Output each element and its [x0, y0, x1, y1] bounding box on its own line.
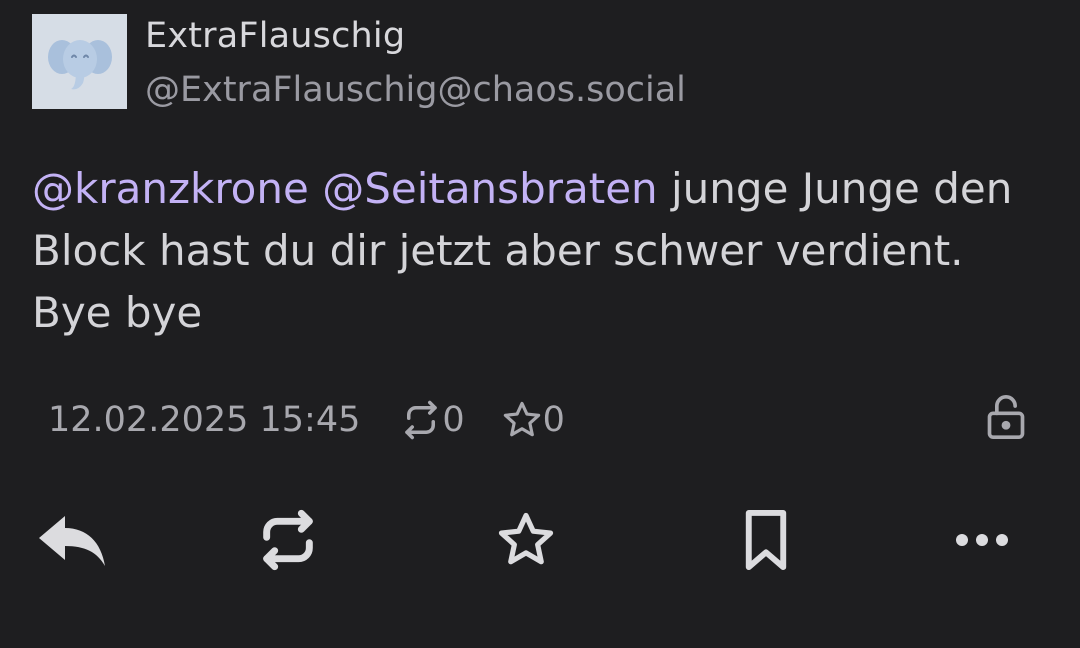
star-icon	[503, 401, 540, 437]
action-bar	[0, 500, 1080, 580]
mention-link[interactable]: @kranzkrone	[32, 164, 309, 213]
bookmark-icon	[745, 509, 787, 571]
post-content: @kranzkrone @Seitansbraten junge Junge d…	[32, 158, 1042, 344]
favourite-count-value: 0	[542, 400, 565, 440]
post-meta: 12.02.2025 15:45 0 0	[48, 392, 601, 448]
star-icon	[498, 512, 554, 565]
author-handle[interactable]: @ExtraFlauschig@chaos.social	[145, 70, 686, 110]
bookmark-button[interactable]	[726, 500, 806, 580]
lock-open-icon	[987, 395, 1025, 439]
favourite-button[interactable]	[486, 500, 566, 580]
favourite-count: 0	[501, 399, 565, 441]
post-timestamp[interactable]: 12.02.2025 15:45	[48, 400, 360, 440]
elephant-avatar-icon	[47, 39, 112, 89]
boost-count-value: 0	[442, 400, 465, 440]
mention-link[interactable]: @Seitansbraten	[322, 164, 657, 213]
repeat-icon	[263, 509, 313, 571]
repeat-icon	[405, 400, 438, 440]
boost-button[interactable]	[248, 500, 328, 580]
author-display-name[interactable]: ExtraFlauschig	[145, 16, 405, 56]
boost-count: 0	[400, 399, 465, 441]
more-button[interactable]	[942, 500, 1022, 580]
reply-icon	[39, 516, 105, 566]
avatar[interactable]	[32, 14, 127, 109]
post-card: ExtraFlauschig @ExtraFlauschig@chaos.soc…	[0, 0, 1080, 648]
more-horizontal-icon	[956, 534, 1008, 546]
reply-button[interactable]	[32, 500, 112, 580]
